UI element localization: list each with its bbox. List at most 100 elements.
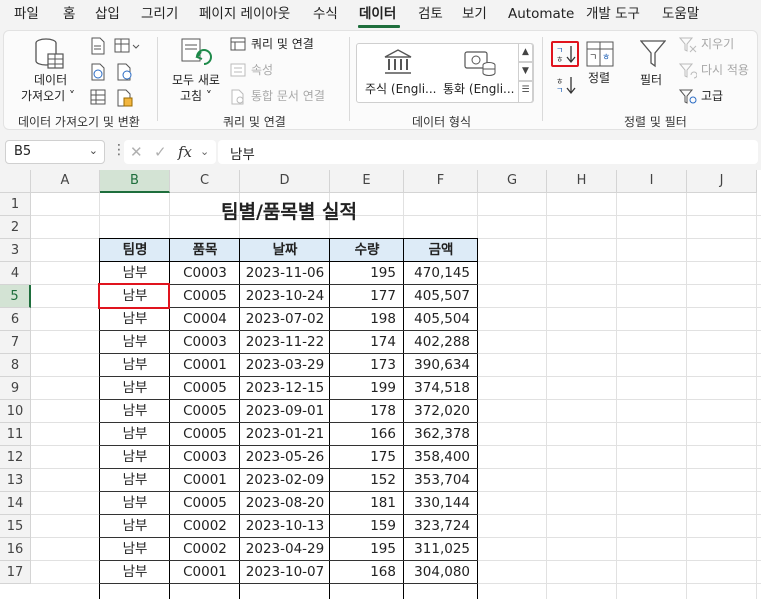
- clear-filter-button[interactable]: 지우기: [701, 37, 734, 52]
- table-cell[interactable]: 159: [330, 515, 404, 538]
- table-cell[interactable]: C0005: [170, 400, 240, 423]
- column-header-a[interactable]: A: [31, 170, 100, 193]
- from-table-icon[interactable]: [114, 37, 140, 55]
- tab-data[interactable]: 데이터: [359, 4, 396, 24]
- table-cell[interactable]: C0005: [170, 377, 240, 400]
- gallery-scroll-down[interactable]: ▼: [518, 62, 533, 81]
- gallery-more[interactable]: ☰: [518, 81, 533, 103]
- advanced-filter-button[interactable]: 고급: [701, 89, 723, 104]
- worksheet-grid[interactable]: A B C D E F G H I J 1 2 3 4 5 6 7 8 9 10 11 12 13 14 15 16 17 팀별/품목…: [0, 170, 761, 599]
- table-cell[interactable]: 311,025: [404, 538, 478, 561]
- sheet-title[interactable]: 팀별/품목별 실적: [100, 197, 478, 227]
- table-cell[interactable]: 남부: [100, 308, 170, 331]
- table-cell[interactable]: 173: [330, 354, 404, 377]
- column-header-b[interactable]: B: [100, 170, 170, 193]
- table-cell[interactable]: 남부: [100, 561, 170, 584]
- table-header-cell[interactable]: 팀명: [100, 239, 170, 262]
- table-cell[interactable]: 남부: [100, 377, 170, 400]
- row-header-17[interactable]: 17: [0, 561, 31, 584]
- row-header-15[interactable]: 15: [0, 515, 31, 538]
- column-header-e[interactable]: E: [330, 170, 404, 193]
- column-header-j[interactable]: J: [687, 170, 757, 193]
- table-cell[interactable]: 남부: [100, 262, 170, 285]
- cancel-icon[interactable]: ✕: [130, 143, 143, 161]
- table-cell[interactable]: C0003: [170, 446, 240, 469]
- edit-links-button[interactable]: 통합 문서 연결: [251, 89, 325, 104]
- from-other-sources-icon[interactable]: [116, 89, 134, 107]
- row-header-13[interactable]: 13: [0, 469, 31, 492]
- table-cell[interactable]: 199: [330, 377, 404, 400]
- select-all-corner[interactable]: [0, 170, 31, 193]
- table-cell[interactable]: 남부: [100, 492, 170, 515]
- table-cell[interactable]: 2023-09-01: [240, 400, 330, 423]
- filter-button[interactable]: 필터: [634, 37, 672, 93]
- table-cell[interactable]: 405,504: [404, 308, 478, 331]
- insert-function-icon[interactable]: fx: [178, 143, 192, 161]
- table-cell[interactable]: 152: [330, 469, 404, 492]
- column-header-g[interactable]: G: [478, 170, 547, 193]
- table-cell[interactable]: C0001: [170, 561, 240, 584]
- column-header-c[interactable]: C: [170, 170, 240, 193]
- tab-view[interactable]: 보기: [462, 4, 487, 24]
- tab-page-layout[interactable]: 페이지 레이아웃: [199, 4, 290, 24]
- row-header-11[interactable]: 11: [0, 423, 31, 446]
- sort-button[interactable]: ㄱ ㅎ 정렬: [584, 39, 616, 89]
- tab-formulas[interactable]: 수식: [313, 4, 338, 24]
- recent-sources-icon[interactable]: [116, 63, 134, 81]
- table-cell[interactable]: 353,704: [404, 469, 478, 492]
- row-header-6[interactable]: 6: [0, 308, 31, 331]
- table-header-cell[interactable]: 수량: [330, 239, 404, 262]
- table-cell[interactable]: 남부: [100, 331, 170, 354]
- table-cell[interactable]: 358,400: [404, 446, 478, 469]
- table-cell[interactable]: C0005: [170, 492, 240, 515]
- table-cell[interactable]: 166: [330, 423, 404, 446]
- row-header-7[interactable]: 7: [0, 331, 31, 354]
- tab-help[interactable]: 도움말: [662, 4, 699, 24]
- tab-home[interactable]: 홈: [63, 4, 75, 24]
- chevron-down-icon[interactable]: ⌄: [200, 145, 209, 158]
- tab-draw[interactable]: 그리기: [141, 4, 178, 24]
- chevron-down-icon[interactable]: ⌄: [89, 144, 98, 157]
- tab-review[interactable]: 검토: [418, 4, 443, 24]
- table-cell[interactable]: 남부: [100, 354, 170, 377]
- column-header-h[interactable]: H: [547, 170, 617, 193]
- row-header-10[interactable]: 10: [0, 400, 31, 423]
- table-cell[interactable]: 177: [330, 285, 404, 308]
- table-cell[interactable]: 2023-08-20: [240, 492, 330, 515]
- table-cell[interactable]: 2023-10-07: [240, 561, 330, 584]
- table-cell[interactable]: 2023-11-06: [240, 262, 330, 285]
- table-cell[interactable]: C0001: [170, 354, 240, 377]
- properties-button[interactable]: 속성: [251, 63, 273, 78]
- gallery-scroll-up[interactable]: ▲: [518, 43, 533, 62]
- table-cell[interactable]: C0002: [170, 515, 240, 538]
- table-cell[interactable]: 181: [330, 492, 404, 515]
- row-header-5[interactable]: 5: [0, 285, 31, 308]
- formula-input[interactable]: 남부: [218, 140, 758, 164]
- table-cell[interactable]: C0002: [170, 538, 240, 561]
- row-header-16[interactable]: 16: [0, 538, 31, 561]
- table-header-cell[interactable]: 금액: [404, 239, 478, 262]
- row-header-8[interactable]: 8: [0, 354, 31, 377]
- stocks-button[interactable]: 주식 (Engli...: [359, 46, 439, 100]
- refresh-all-button[interactable]: 모두 새로 고침 ˅: [164, 35, 226, 105]
- column-header-i[interactable]: I: [617, 170, 687, 193]
- reapply-filter-button[interactable]: 다시 적용: [701, 63, 749, 78]
- row-header-4[interactable]: 4: [0, 262, 31, 285]
- row-header-14[interactable]: 14: [0, 492, 31, 515]
- table-header-cell[interactable]: 품목: [170, 239, 240, 262]
- row-header-2[interactable]: 2: [0, 216, 31, 239]
- row-header-1[interactable]: 1: [0, 193, 31, 216]
- table-cell[interactable]: 2023-10-24: [240, 285, 330, 308]
- tab-automate[interactable]: Automate: [508, 4, 574, 24]
- get-data-button[interactable]: 데이터 가져오기 ˅: [14, 35, 76, 105]
- table-cell[interactable]: 374,518: [404, 377, 478, 400]
- row-header-12[interactable]: 12: [0, 446, 31, 469]
- column-header-d[interactable]: D: [240, 170, 330, 193]
- tab-insert[interactable]: 삽입: [95, 4, 120, 24]
- table-cell[interactable]: 남부: [100, 538, 170, 561]
- table-cell[interactable]: C0001: [170, 469, 240, 492]
- table-cell[interactable]: 178: [330, 400, 404, 423]
- table-cell[interactable]: 남부: [100, 469, 170, 492]
- table-cell[interactable]: 175: [330, 446, 404, 469]
- table-cell[interactable]: 남부: [100, 400, 170, 423]
